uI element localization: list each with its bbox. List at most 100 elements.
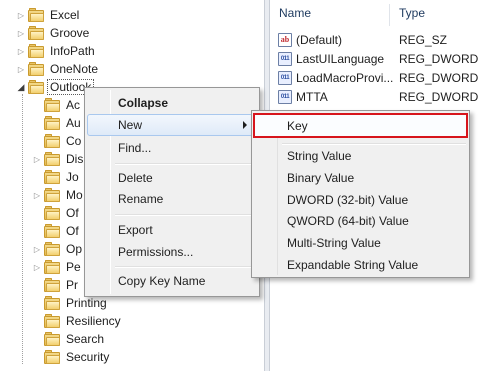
tree-item-label: OneNote [50, 62, 99, 76]
value-row[interactable]: ab (Default) REG_SZ [278, 30, 447, 49]
tree-item-security[interactable]: Security [32, 348, 109, 366]
folder-icon [44, 260, 61, 274]
new-submenu: Key String Value Binary Value DWORD (32-… [251, 110, 470, 278]
tree-item-label: Security [66, 350, 110, 364]
menu-separator [115, 163, 257, 165]
value-name: (Default) [296, 32, 343, 47]
tree-item-label: Mo [66, 188, 83, 202]
value-name: LastUILanguage [296, 51, 385, 66]
tree-item-child[interactable]: Pr [32, 276, 78, 294]
tree-item-child[interactable]: Of [32, 204, 79, 222]
tree-item-resiliency[interactable]: Resiliency [32, 312, 121, 330]
submenu-item-multi-string-value[interactable]: Multi-String Value [254, 232, 467, 254]
open-folder-icon [28, 80, 45, 94]
tree-item-label: Of [66, 206, 79, 220]
tree-item-label: Pe [66, 260, 81, 274]
tree-item-child[interactable]: Co [32, 132, 81, 150]
tree-item-label: Dis [66, 152, 84, 166]
string-value-icon: ab [278, 32, 292, 47]
tree-item-label: Jo [66, 170, 79, 184]
tree-item-search[interactable]: Search [32, 330, 104, 348]
expand-arrow-icon[interactable]: ▷ [32, 258, 42, 276]
menu-item-new[interactable]: New [87, 114, 257, 136]
collapse-arrow-icon[interactable]: ◢ [16, 78, 26, 96]
folder-icon [44, 116, 61, 130]
tree-item-label: Excel [50, 8, 80, 22]
tree-item-outlook[interactable]: ◢ Outlook [16, 78, 95, 96]
value-row[interactable]: 011 LoadMacroProvi... REG_DWORD [278, 68, 478, 87]
menu-separator [115, 266, 257, 268]
tree-item-label: Au [66, 116, 81, 130]
tree-item-child[interactable]: Of [32, 222, 79, 240]
column-header-name[interactable]: Name [279, 0, 389, 26]
menu-separator [115, 214, 257, 216]
tree-item-label: Resiliency [66, 314, 121, 328]
context-menu: Collapse New Find... Delete Rename Expor… [84, 87, 260, 297]
menu-item-copy-key-name[interactable]: Copy Key Name [87, 270, 257, 292]
submenu-arrow-icon [243, 121, 247, 129]
tree-item-child[interactable]: ▷ Pe [32, 258, 81, 276]
folder-icon [44, 296, 61, 310]
tree-item-label: InfoPath [50, 44, 95, 58]
value-row[interactable]: 011 LastUILanguage REG_DWORD [278, 49, 478, 68]
expand-arrow-icon[interactable]: ▷ [16, 60, 26, 78]
tree-item-label: Op [66, 242, 83, 256]
tree-item-child[interactable]: Jo [32, 168, 79, 186]
tree-item-label: Ac [66, 98, 81, 112]
tree-item-label: Co [66, 134, 82, 148]
tree-item-label: Groove [50, 26, 90, 40]
tree-item-onenote[interactable]: ▷ OneNote [16, 60, 98, 78]
tree-item-groove[interactable]: ▷ Groove [16, 24, 89, 42]
folder-icon [44, 152, 61, 166]
expand-arrow-icon[interactable]: ▷ [32, 186, 42, 204]
tree-item-infopath[interactable]: ▷ InfoPath [16, 42, 95, 60]
expand-arrow-icon[interactable]: ▷ [16, 42, 26, 60]
submenu-item-key[interactable]: Key [253, 113, 468, 138]
menu-item-delete[interactable]: Delete [87, 167, 257, 189]
tree-item-child[interactable]: ▷ Op [32, 240, 82, 258]
folder-icon [44, 242, 61, 256]
folder-icon [44, 332, 61, 346]
value-row[interactable]: 011 MTTA REG_DWORD [278, 87, 478, 106]
folder-icon [44, 98, 61, 112]
submenu-item-dword-value[interactable]: DWORD (32-bit) Value [254, 189, 467, 211]
binary-value-icon: 011 [278, 51, 292, 66]
submenu-item-qword-value[interactable]: QWORD (64-bit) Value [254, 210, 467, 232]
column-divider[interactable] [389, 4, 390, 26]
value-type: REG_SZ [399, 32, 448, 47]
tree-guide-line [22, 94, 23, 364]
expand-arrow-icon[interactable]: ▷ [16, 24, 26, 42]
expand-arrow-icon[interactable]: ▷ [32, 150, 42, 168]
folder-icon [44, 314, 61, 328]
menu-item-rename[interactable]: Rename [87, 188, 257, 210]
folder-icon [28, 62, 45, 76]
tree-item-excel[interactable]: ▷ Excel [16, 6, 79, 24]
expand-arrow-icon[interactable]: ▷ [16, 6, 26, 24]
tree-item-label: Printing [66, 296, 107, 310]
folder-icon [44, 224, 61, 238]
column-header-type[interactable]: Type [399, 0, 499, 26]
tree-item-child[interactable]: ▷ Dis [32, 150, 83, 168]
tree-item-child[interactable]: Ac [32, 96, 80, 114]
menu-item-collapse[interactable]: Collapse [87, 92, 257, 114]
folder-icon [44, 350, 61, 364]
submenu-item-string-value[interactable]: String Value [254, 145, 467, 167]
submenu-item-binary-value[interactable]: Binary Value [254, 167, 467, 189]
submenu-item-expandable-string-value[interactable]: Expandable String Value [254, 254, 467, 276]
expand-arrow-icon[interactable]: ▷ [32, 240, 42, 258]
folder-icon [44, 188, 61, 202]
folder-icon [44, 134, 61, 148]
menu-item-export[interactable]: Export [87, 219, 257, 241]
tree-item-child[interactable]: ▷ Mo [32, 186, 83, 204]
menu-item-find[interactable]: Find... [87, 137, 257, 159]
tree-item-child[interactable]: Au [32, 114, 81, 132]
menu-item-permissions[interactable]: Permissions... [87, 241, 257, 263]
folder-icon [44, 170, 61, 184]
